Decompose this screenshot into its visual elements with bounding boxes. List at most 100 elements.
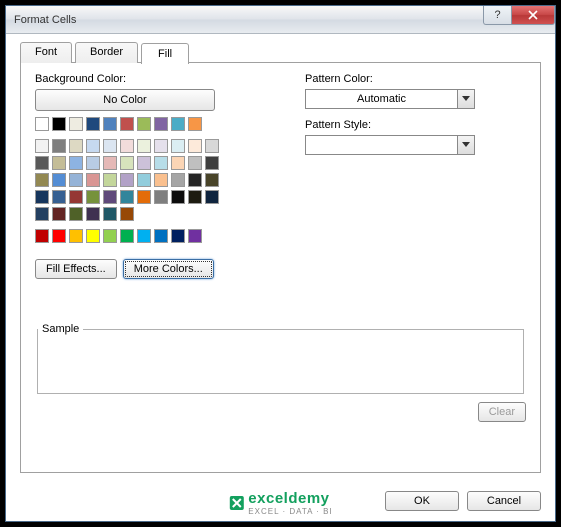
sample-preview <box>38 335 523 393</box>
fill-effects-button[interactable]: Fill Effects... <box>35 259 117 279</box>
color-swatch[interactable] <box>154 190 168 204</box>
pattern-color-combo[interactable]: Automatic <box>305 89 475 109</box>
color-swatch[interactable] <box>154 229 168 243</box>
color-swatch[interactable] <box>35 229 49 243</box>
color-swatch[interactable] <box>120 139 134 153</box>
color-swatch[interactable] <box>35 117 49 131</box>
tab-page-fill: Background Color: No Color Fill Effects.… <box>20 62 541 473</box>
color-swatch[interactable] <box>35 190 49 204</box>
color-swatch[interactable] <box>86 207 100 221</box>
pattern-style-combo[interactable] <box>305 135 475 155</box>
color-swatch[interactable] <box>86 139 100 153</box>
color-swatch[interactable] <box>86 156 100 170</box>
close-icon <box>528 10 538 20</box>
color-swatch[interactable] <box>120 117 134 131</box>
color-swatch[interactable] <box>52 190 66 204</box>
color-swatch[interactable] <box>137 156 151 170</box>
sample-label: Sample <box>38 323 83 335</box>
color-swatch[interactable] <box>205 139 219 153</box>
color-swatch[interactable] <box>69 139 83 153</box>
color-swatch[interactable] <box>103 173 117 187</box>
pattern-color-label: Pattern Color: <box>305 73 526 85</box>
ok-button[interactable]: OK <box>385 491 459 511</box>
color-swatch[interactable] <box>86 117 100 131</box>
color-swatch[interactable] <box>137 139 151 153</box>
help-button[interactable]: ? <box>483 6 511 25</box>
color-swatch[interactable] <box>103 229 117 243</box>
color-swatch[interactable] <box>188 190 202 204</box>
color-swatch[interactable] <box>188 229 202 243</box>
watermark-brand: exceldemy <box>248 490 332 507</box>
color-swatch[interactable] <box>52 117 66 131</box>
color-swatch[interactable] <box>205 173 219 187</box>
color-swatch[interactable] <box>154 117 168 131</box>
tab-border[interactable]: Border <box>75 42 138 63</box>
color-swatch[interactable] <box>120 229 134 243</box>
color-swatch[interactable] <box>52 207 66 221</box>
cancel-button[interactable]: Cancel <box>467 491 541 511</box>
color-swatch[interactable] <box>103 139 117 153</box>
color-swatch[interactable] <box>154 173 168 187</box>
color-swatch[interactable] <box>137 173 151 187</box>
color-swatch[interactable] <box>120 156 134 170</box>
color-swatch[interactable] <box>205 156 219 170</box>
color-swatch[interactable] <box>52 156 66 170</box>
color-swatch[interactable] <box>154 139 168 153</box>
color-swatch[interactable] <box>103 207 117 221</box>
color-swatch[interactable] <box>171 190 185 204</box>
color-swatch[interactable] <box>69 156 83 170</box>
color-swatch[interactable] <box>86 173 100 187</box>
no-color-button[interactable]: No Color <box>35 89 215 111</box>
color-swatch[interactable] <box>137 117 151 131</box>
color-swatch[interactable] <box>205 190 219 204</box>
color-swatch[interactable] <box>188 139 202 153</box>
color-swatch[interactable] <box>154 156 168 170</box>
color-swatch[interactable] <box>120 190 134 204</box>
color-swatch[interactable] <box>171 117 185 131</box>
title-bar[interactable]: Format Cells ? <box>6 6 555 34</box>
color-swatch[interactable] <box>69 190 83 204</box>
tab-font[interactable]: Font <box>20 42 72 63</box>
color-swatch[interactable] <box>103 190 117 204</box>
watermark: exceldemy EXCEL · DATA · BI <box>228 490 332 516</box>
color-swatch[interactable] <box>35 173 49 187</box>
color-swatch[interactable] <box>86 190 100 204</box>
color-swatch[interactable] <box>69 207 83 221</box>
color-swatch[interactable] <box>35 139 49 153</box>
color-swatch[interactable] <box>86 229 100 243</box>
color-swatch[interactable] <box>171 156 185 170</box>
color-swatch[interactable] <box>137 190 151 204</box>
color-swatch[interactable] <box>69 173 83 187</box>
color-swatch[interactable] <box>35 207 49 221</box>
color-swatch[interactable] <box>103 156 117 170</box>
chevron-down-icon <box>457 90 474 108</box>
color-swatch[interactable] <box>188 117 202 131</box>
background-color-label: Background Color: <box>35 73 245 85</box>
watermark-sub: EXCEL · DATA · BI <box>248 507 332 516</box>
color-swatch[interactable] <box>103 117 117 131</box>
close-button[interactable] <box>511 6 555 25</box>
theme-color-grid <box>35 139 225 221</box>
standard-color-row <box>35 229 225 243</box>
window-title: Format Cells <box>14 14 76 26</box>
color-swatch[interactable] <box>171 173 185 187</box>
color-swatch[interactable] <box>120 173 134 187</box>
more-colors-button[interactable]: More Colors... <box>123 259 214 279</box>
color-swatch[interactable] <box>52 173 66 187</box>
color-swatch[interactable] <box>188 173 202 187</box>
color-swatch[interactable] <box>188 156 202 170</box>
color-swatch[interactable] <box>137 229 151 243</box>
color-swatch[interactable] <box>52 229 66 243</box>
color-swatch[interactable] <box>69 229 83 243</box>
color-swatch[interactable] <box>120 207 134 221</box>
theme-color-top-row <box>35 117 225 131</box>
color-swatch[interactable] <box>171 229 185 243</box>
pattern-color-value: Automatic <box>306 90 457 108</box>
color-swatch[interactable] <box>52 139 66 153</box>
pattern-style-label: Pattern Style: <box>305 119 526 131</box>
tab-fill[interactable]: Fill <box>141 43 189 64</box>
color-swatch[interactable] <box>171 139 185 153</box>
color-swatch[interactable] <box>69 117 83 131</box>
color-swatch[interactable] <box>35 156 49 170</box>
dialog-footer: exceldemy EXCEL · DATA · BI OK Cancel <box>6 483 555 521</box>
